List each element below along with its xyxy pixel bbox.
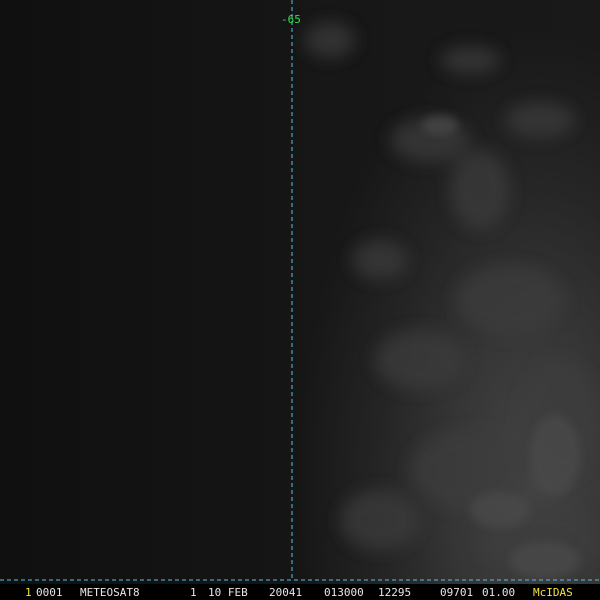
status-bar: 1 0001 METEOSAT8 1 10 FEB 20041 013000 1…	[0, 585, 600, 600]
day-number: 1	[190, 586, 197, 599]
line-element: 12295	[378, 586, 412, 599]
satellite-name: METEOSAT8	[80, 586, 140, 599]
image-date: 10 FEB	[208, 586, 248, 599]
satellite-image	[0, 0, 600, 600]
resolution: 09701	[440, 586, 474, 599]
mcidas-brand: McIDAS	[533, 586, 573, 599]
julian-date: 20041	[269, 586, 303, 599]
image-time: 013000	[324, 586, 364, 599]
meridian-label: -65	[281, 13, 301, 26]
band-number: 0001	[36, 586, 63, 599]
frame-number: 1	[25, 586, 32, 599]
magnification: 01.00	[482, 586, 516, 599]
